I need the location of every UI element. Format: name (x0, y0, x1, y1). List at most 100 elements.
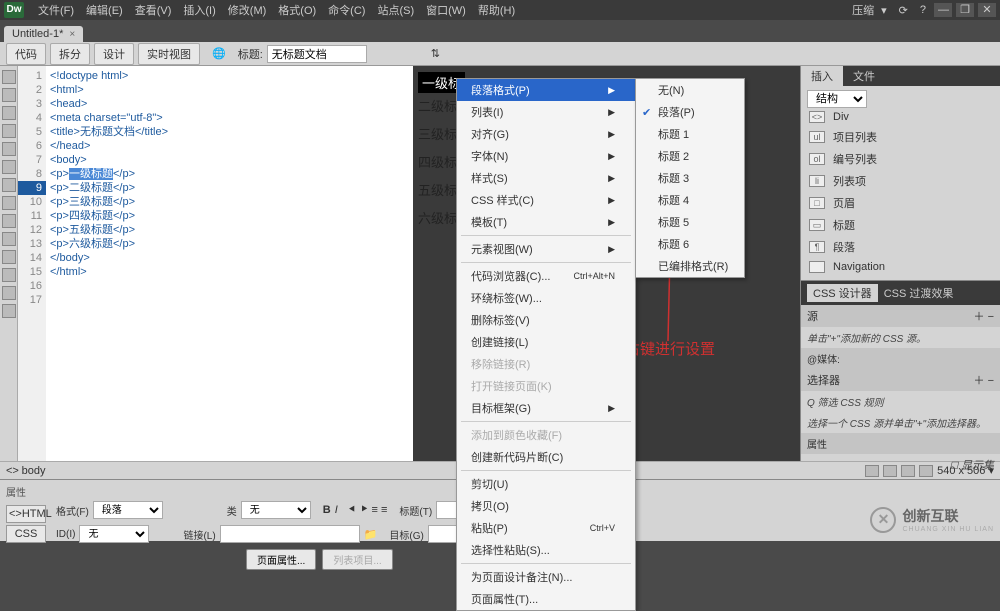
close-button[interactable]: ✕ (978, 3, 996, 17)
gutter-icon[interactable] (2, 286, 16, 300)
gutter-icon[interactable] (2, 124, 16, 138)
context-menu-item[interactable]: 为页面设计备注(N)... (457, 566, 635, 588)
gutter-icon[interactable] (2, 304, 16, 318)
tab-files[interactable]: 文件 (843, 66, 885, 86)
menu-view[interactable]: 查看(V) (129, 2, 178, 18)
css-selectors-header[interactable]: 选择器 ＋ − (801, 369, 1000, 391)
props-tab-html[interactable]: <>HTML (6, 505, 46, 523)
minimize-button[interactable]: — (934, 3, 952, 17)
insert-item[interactable]: ▭标题 (807, 214, 994, 236)
id-select[interactable]: 无 (79, 525, 149, 543)
class-select[interactable]: 无 (241, 501, 311, 519)
menu-insert[interactable]: 插入(I) (177, 2, 221, 18)
device-icon[interactable] (883, 465, 897, 477)
gutter-icon[interactable] (2, 70, 16, 84)
tab-css-designer[interactable]: CSS 设计器 (807, 284, 878, 302)
context-menu-item[interactable]: 粘贴(P)Ctrl+V (457, 517, 635, 539)
gutter-icon[interactable] (2, 178, 16, 192)
close-tab-icon[interactable]: × (69, 29, 75, 40)
insert-category-select[interactable]: 结构 (807, 90, 867, 108)
submenu-item[interactable]: 标题 3 (636, 167, 744, 189)
context-menu[interactable]: 段落格式(P)▶列表(I)▶对齐(G)▶字体(N)▶样式(S)▶CSS 样式(C… (456, 78, 636, 611)
css-media-header[interactable]: @媒体: (801, 348, 1000, 369)
context-menu-item[interactable]: 删除标签(V) (457, 309, 635, 331)
gutter-icon[interactable] (2, 142, 16, 156)
view-code[interactable]: 代码 (6, 43, 46, 65)
context-menu-item[interactable]: CSS 样式(C)▶ (457, 189, 635, 211)
view-live[interactable]: 实时视图 (138, 43, 200, 65)
insert-item[interactable]: ul项目列表 (807, 126, 994, 148)
context-menu-item[interactable]: 拷贝(O) (457, 495, 635, 517)
menu-edit[interactable]: 编辑(E) (80, 2, 129, 18)
view-split[interactable]: 拆分 (50, 43, 90, 65)
context-menu-item[interactable]: 剪切(U) (457, 473, 635, 495)
insert-item[interactable]: ¶段落 (807, 236, 994, 258)
props-tab-css[interactable]: CSS (6, 525, 46, 543)
context-menu-item[interactable]: 元素视图(W)▶ (457, 238, 635, 260)
submenu-item[interactable]: 标题 2 (636, 145, 744, 167)
submenu-item[interactable]: 标题 4 (636, 189, 744, 211)
gutter-icon[interactable] (2, 160, 16, 174)
context-menu-item[interactable]: 对齐(G)▶ (457, 123, 635, 145)
code-editor[interactable]: <!doctype html><html><head><meta charset… (46, 66, 172, 461)
layout-dropdown[interactable]: 压缩 ▾ (844, 2, 891, 18)
css-selector-filter[interactable]: Q 筛选 CSS 规则 (801, 391, 1000, 412)
tab-insert[interactable]: 插入 (801, 66, 843, 86)
insert-item[interactable]: li列表项 (807, 170, 994, 192)
list-item-button[interactable]: 列表项目... (322, 549, 392, 570)
context-menu-item[interactable]: 创建链接(L) (457, 331, 635, 353)
context-menu-item[interactable]: 列表(I)▶ (457, 101, 635, 123)
sync-icon[interactable]: ⟳ (895, 4, 912, 17)
menu-window[interactable]: 窗口(W) (420, 2, 472, 18)
page-properties-button[interactable]: 页面属性... (246, 549, 316, 570)
insert-item[interactable]: <>Div (807, 108, 994, 126)
context-menu-item[interactable]: 模板(T)▶ (457, 211, 635, 233)
device-icon[interactable] (919, 465, 933, 477)
format-select[interactable]: 段落 (93, 501, 163, 519)
restore-button[interactable]: ❐ (956, 3, 974, 17)
context-menu-item[interactable]: 字体(N)▶ (457, 145, 635, 167)
submenu-item[interactable]: 已编排格式(R) (636, 255, 744, 277)
menu-format[interactable]: 格式(O) (272, 2, 322, 18)
device-icon[interactable] (865, 465, 879, 477)
insert-item[interactable]: □页眉 (807, 192, 994, 214)
menu-site[interactable]: 站点(S) (371, 2, 420, 18)
submenu-item[interactable]: 标题 6 (636, 233, 744, 255)
insert-item[interactable]: Navigation (807, 258, 994, 276)
context-menu-item[interactable]: 创建新代码片断(C) (457, 446, 635, 468)
tab-css-transitions[interactable]: CSS 过渡效果 (878, 284, 960, 302)
device-icon[interactable] (901, 465, 915, 477)
context-menu-item[interactable]: 页面属性(T)... (457, 588, 635, 610)
globe-icon[interactable]: 🌐 (212, 47, 226, 60)
gutter-icon[interactable] (2, 268, 16, 282)
context-menu-item[interactable]: 代码浏览器(C)...Ctrl+Alt+N (457, 265, 635, 287)
gutter-icon[interactable] (2, 88, 16, 102)
submenu-item[interactable]: 标题 5 (636, 211, 744, 233)
context-menu-item[interactable]: 段落格式(P)▶ (457, 79, 635, 101)
context-menu-item[interactable]: 目标框架(G)▶ (457, 397, 635, 419)
link-field[interactable] (220, 525, 360, 543)
menu-file[interactable]: 文件(F) (32, 2, 80, 18)
menu-help[interactable]: 帮助(H) (472, 2, 521, 18)
gutter-icon[interactable] (2, 232, 16, 246)
view-design[interactable]: 设计 (94, 43, 134, 65)
submenu-item[interactable]: ✔段落(P) (636, 101, 744, 123)
gutter-icon[interactable] (2, 250, 16, 264)
title-input[interactable] (267, 45, 367, 63)
submenu-item[interactable]: 标题 1 (636, 123, 744, 145)
css-props-header[interactable]: 属性 (801, 433, 1000, 454)
gutter-icon[interactable] (2, 106, 16, 120)
menu-modify[interactable]: 修改(M) (222, 2, 273, 18)
tag-crumb[interactable]: <> (6, 465, 19, 477)
document-tab[interactable]: Untitled-1* × (4, 26, 83, 42)
context-menu-item[interactable]: 选择性粘贴(S)... (457, 539, 635, 561)
context-menu-item[interactable]: 环绕标签(W)... (457, 287, 635, 309)
gutter-icon[interactable] (2, 196, 16, 210)
toolbar-sort-icon[interactable]: ⇅ (431, 47, 440, 60)
tag-crumb-body[interactable]: body (22, 465, 46, 477)
context-submenu[interactable]: 无(N)✔段落(P)标题 1标题 2标题 3标题 4标题 5标题 6已编排格式(… (635, 78, 745, 278)
submenu-item[interactable]: 无(N) (636, 79, 744, 101)
help-icon[interactable]: ? (916, 4, 930, 16)
gutter-icon[interactable] (2, 214, 16, 228)
css-sources-header[interactable]: 源 ＋ − (801, 305, 1000, 327)
